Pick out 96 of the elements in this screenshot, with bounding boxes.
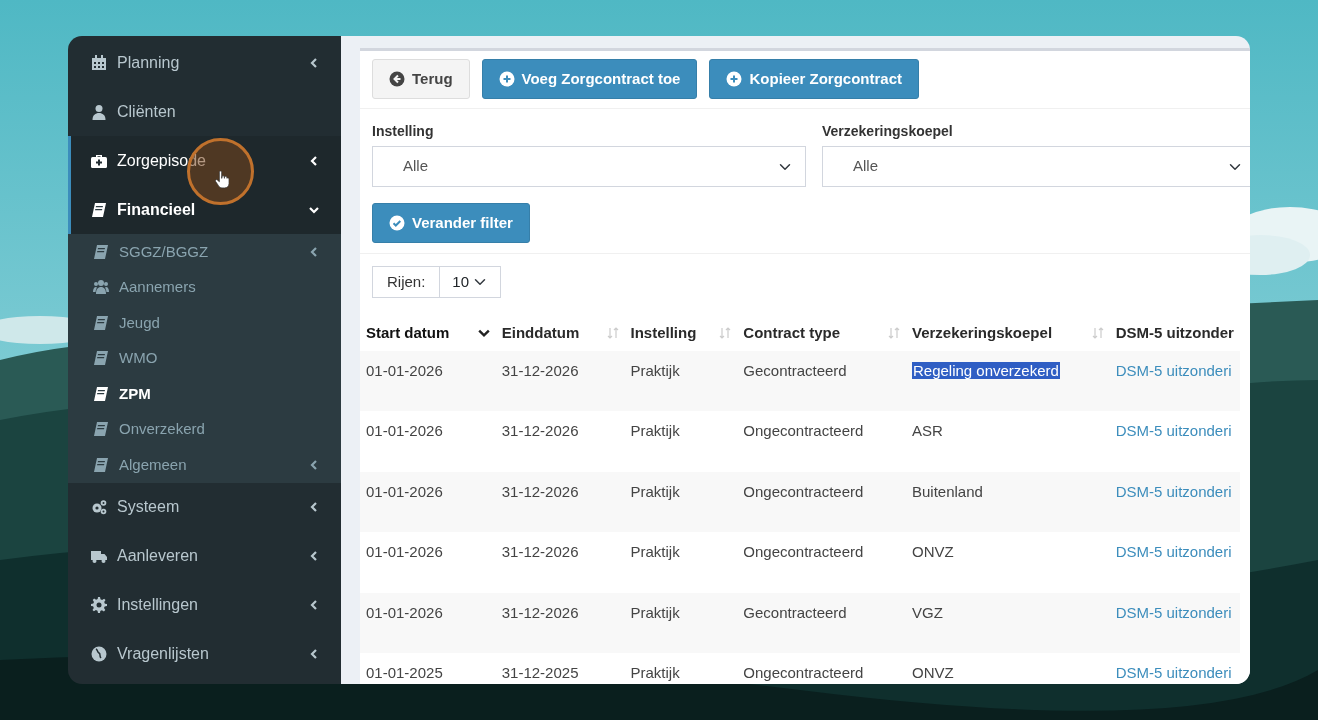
rows-label: Rijen: (372, 266, 441, 298)
sort-icon[interactable] (887, 327, 900, 340)
add-button[interactable]: Voeg Zorgcontract toe (481, 59, 698, 99)
submenu-item[interactable]: Onverzekerd (68, 411, 341, 447)
column-header[interactable]: Einddatum (501, 322, 580, 345)
sidebar-item[interactable]: Systeem (68, 482, 341, 532)
first-aid-kit-icon (91, 152, 107, 169)
table-cell: 01-01-2026 (366, 361, 443, 379)
add-button[interactable]: Kopieer Zorgcontract (709, 59, 919, 99)
sidebar-item[interactable]: Aanleveren (68, 531, 341, 581)
field-label: Verzekeringskoepel (822, 122, 954, 141)
truck-icon (91, 548, 107, 564)
table-cell: ONVZ (911, 664, 954, 681)
table-cell: 01-01-2026 (366, 543, 443, 560)
submenu-item[interactable]: WMO (68, 340, 341, 376)
table-cell: 31-12-2026 (501, 482, 579, 500)
users-icon (93, 279, 109, 296)
column-header[interactable]: Contract type (743, 322, 840, 345)
chevron-left-icon (309, 600, 319, 610)
submenu-item[interactable]: Algemeen (68, 447, 341, 483)
table-cell: Gecontracteerd (743, 603, 847, 621)
sort-icon[interactable] (606, 327, 619, 340)
back-button[interactable]: Terug (372, 59, 470, 99)
chevron-left-icon (309, 246, 319, 257)
table-cell: 31-12-2026 (501, 543, 579, 560)
table-cell: 01-01-2026 (366, 603, 443, 621)
table-cell: 01-01-2026 (366, 422, 443, 439)
chevron-left-icon (309, 551, 319, 561)
field-label: Instelling (372, 122, 435, 141)
table-cell: Ongecontracteerd (743, 664, 864, 681)
table-cell: 31-12-2026 (501, 361, 579, 379)
sidebar-item[interactable]: Vragenlijsten (68, 629, 341, 679)
sort-icon[interactable] (1091, 327, 1104, 340)
table-cell: Praktijk (630, 422, 680, 439)
table-cell: Ongecontracteerd (743, 422, 864, 439)
chevron-left-icon (309, 502, 319, 512)
column-header[interactable]: Verzekeringskoepel (911, 322, 1053, 345)
book-icon (93, 243, 109, 260)
table-link[interactable]: DSM-5 uitzonderi (1115, 543, 1232, 560)
chevron-down-icon (309, 204, 319, 215)
sort-descending-icon[interactable] (477, 327, 490, 340)
table-cell: Gecontracteerd (743, 361, 847, 379)
table-cell: Praktijk (630, 603, 680, 621)
table-cell: 31-12-2026 (501, 422, 579, 439)
table-cell: Ongecontracteerd (743, 543, 864, 560)
table-cell: Ongecontracteerd (743, 482, 864, 500)
check-icon (389, 215, 405, 231)
table-cell: VGZ (911, 603, 943, 621)
sidebar-item[interactable]: Financieel (68, 185, 341, 234)
book-icon (93, 456, 109, 473)
filter-select[interactable]: Alle (822, 146, 1250, 187)
sidebar-item[interactable]: Planning (68, 38, 341, 87)
column-header[interactable]: Start datum (366, 322, 450, 345)
table-cell: Praktijk (630, 361, 680, 379)
table-cell: 31-12-2026 (501, 603, 579, 621)
table-cell: Praktijk (630, 664, 680, 681)
submenu-item[interactable]: ZPM (68, 376, 341, 412)
chevron-left-icon (309, 459, 319, 470)
back-icon (389, 71, 405, 87)
column-header[interactable]: Instelling (630, 322, 697, 345)
book-icon (91, 201, 107, 218)
calendar-icon (91, 54, 107, 71)
gear-icon (91, 597, 107, 613)
submenu-item[interactable]: SGGZ/BGGZ (68, 234, 341, 270)
chevron-left-icon (309, 649, 319, 659)
table-cell: Regeling onverzekerd (911, 361, 1060, 379)
plus-icon (726, 71, 743, 87)
table-cell: Buitenland (911, 482, 983, 500)
table-cell: 01-01-2026 (366, 482, 443, 500)
chevron-left-icon (309, 57, 319, 68)
plus-icon (498, 71, 515, 87)
gears-icon (91, 499, 107, 515)
table-cell: ONVZ (911, 543, 954, 560)
book-icon (93, 385, 109, 402)
book-icon (93, 350, 109, 367)
submenu-item[interactable]: Jeugd (68, 305, 341, 341)
table-link[interactable]: DSM-5 uitzonderi (1115, 422, 1232, 439)
sidebar-item[interactable]: Instellingen (68, 580, 341, 630)
book-icon (93, 421, 109, 438)
table-cell: 31-12-2025 (501, 664, 579, 681)
rows-select[interactable]: 10 (439, 266, 502, 298)
table-cell: 01-01-2025 (366, 664, 443, 681)
user-icon (91, 103, 107, 120)
table-cell: Praktijk (630, 482, 680, 500)
table-cell: ASR (911, 422, 943, 439)
book-icon (93, 314, 109, 331)
filter-select[interactable]: Alle (372, 146, 806, 187)
sidebar-item[interactable]: Cliënten (68, 87, 341, 136)
column-header[interactable]: DSM-5 uitzonder (1115, 322, 1234, 345)
filter-button[interactable]: Verander filter (372, 203, 530, 243)
submenu-item[interactable]: Aannemers (68, 269, 341, 305)
table-link[interactable]: DSM-5 uitzonderi (1115, 664, 1232, 681)
hand-cursor-icon (215, 171, 229, 189)
table-cell: Praktijk (630, 543, 680, 560)
chevron-left-icon (309, 155, 319, 166)
sort-icon[interactable] (719, 327, 732, 340)
